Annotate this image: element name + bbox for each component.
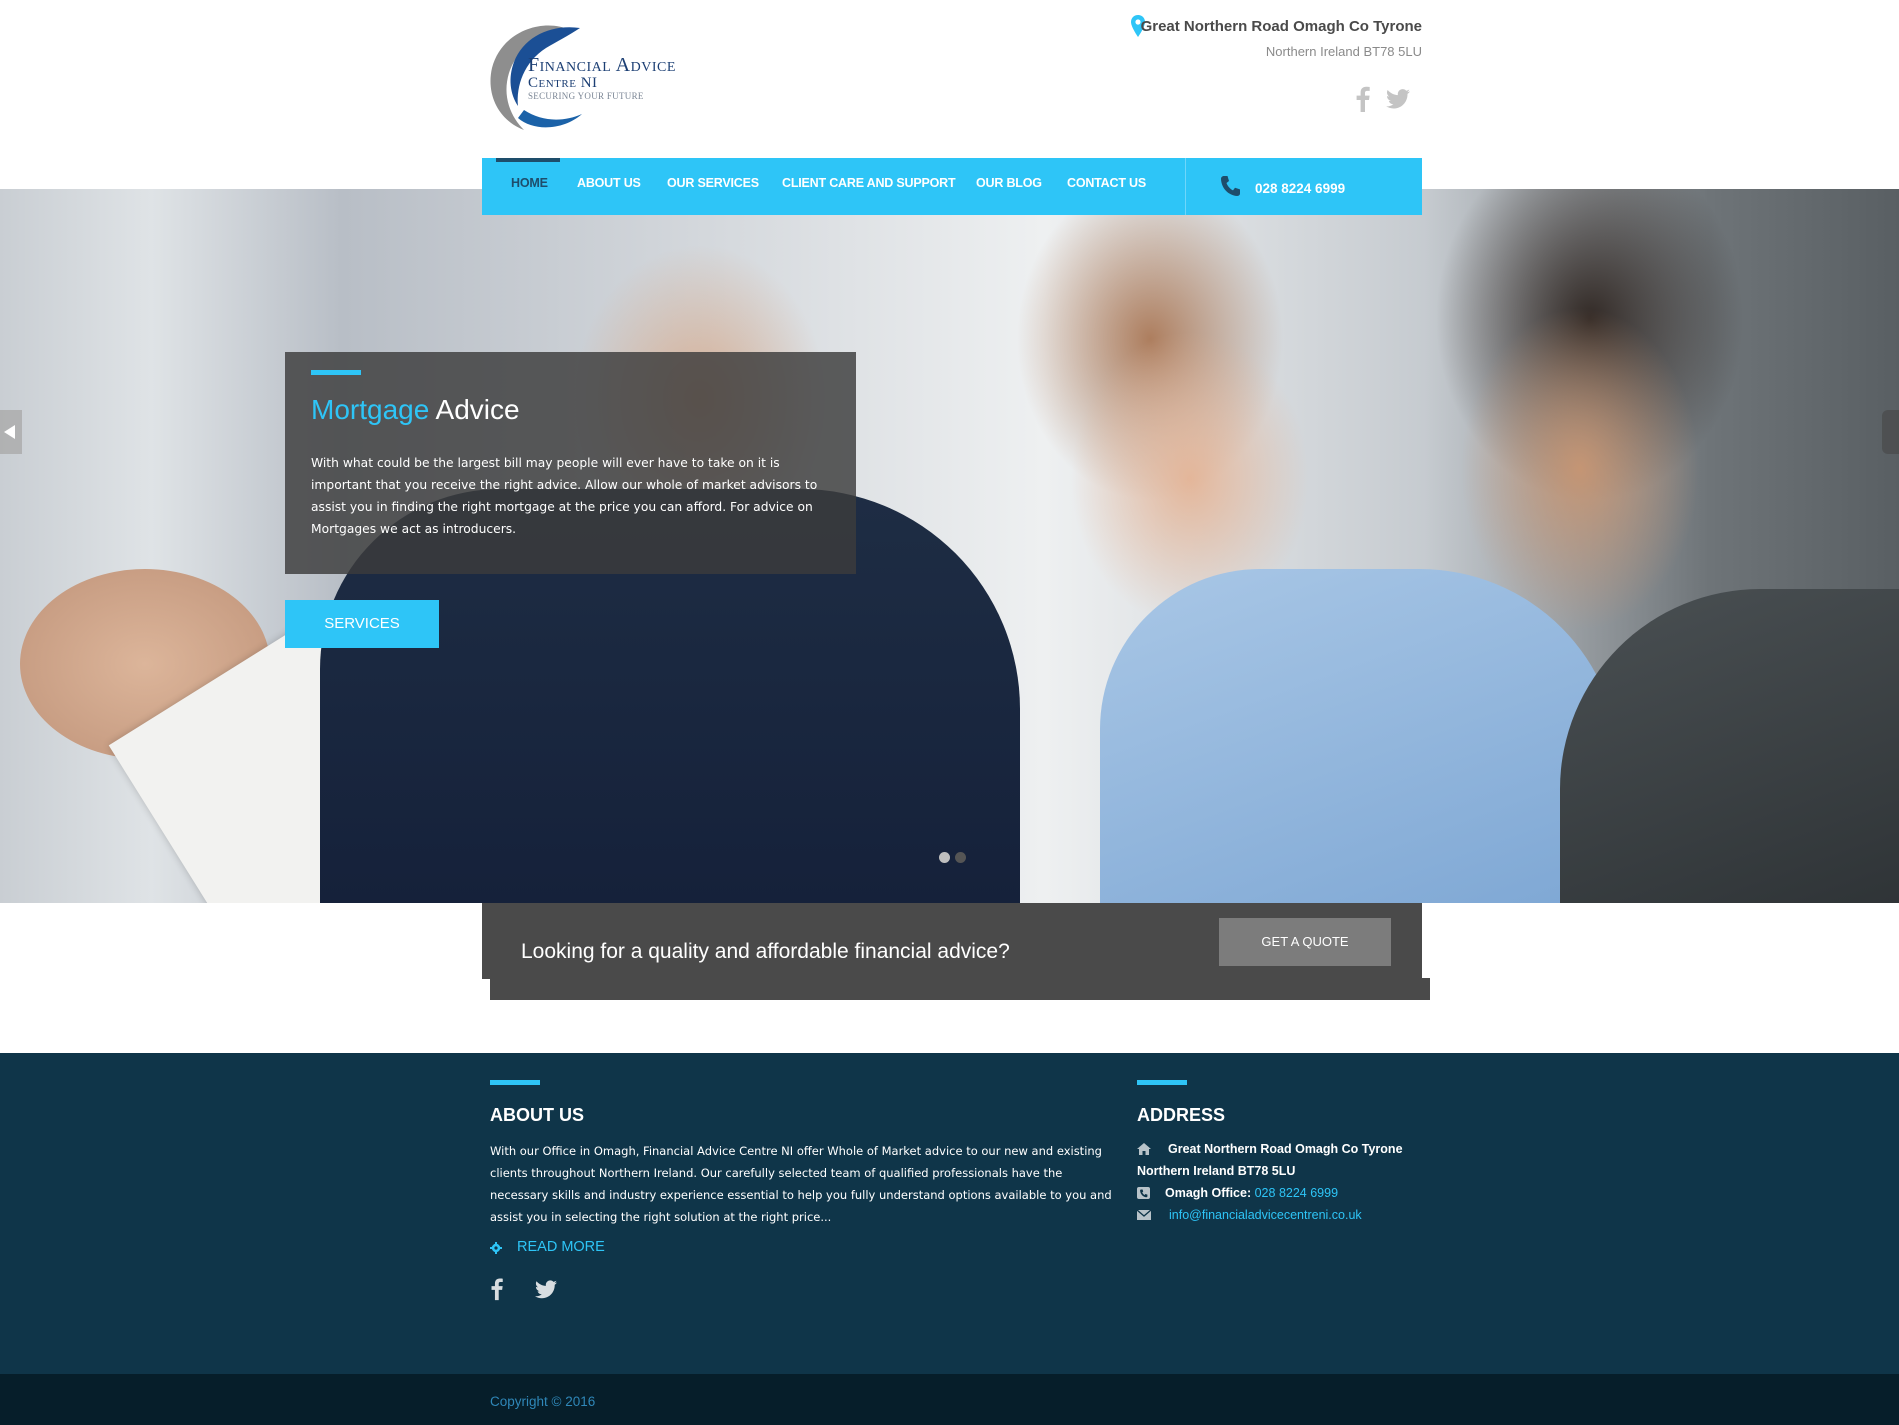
nav-item-contact-us[interactable]: CONTACT US — [1067, 158, 1146, 215]
home-icon — [1137, 1143, 1151, 1155]
footer-about-heading: ABOUT US — [490, 1105, 584, 1125]
slider-next-arrow[interactable] — [1882, 410, 1899, 454]
quote-band-shadow — [490, 978, 1430, 1000]
nav-divider — [1185, 158, 1186, 215]
header-address-line1: Great Northern Road Omagh Co Tyrone — [1140, 18, 1422, 35]
slide-title-rest: Advice — [435, 394, 520, 425]
read-more-link[interactable]: READ MORE — [517, 1239, 605, 1255]
logo-line1: Financial Advice — [528, 54, 676, 76]
hero-slider: Mortgage Advice With what could be the l… — [0, 189, 1899, 903]
nav-item-home[interactable]: HOME — [511, 158, 548, 215]
nav-item-about-us[interactable]: ABOUT US — [577, 158, 641, 215]
slide-title-highlight: Mortgage — [311, 394, 430, 425]
hero-photo-dark-shirt — [1560, 589, 1899, 903]
nav-item-our-services[interactable]: OUR SERVICES — [667, 158, 759, 215]
logo-line2: Centre NI — [528, 75, 598, 91]
phone-icon — [1221, 176, 1240, 196]
get-a-quote-button[interactable]: GET A QUOTE — [1219, 918, 1391, 966]
slider-dot-1[interactable] — [939, 852, 950, 863]
footer-email-link[interactable]: info@financialadvicecentreni.co.uk — [1169, 1208, 1362, 1222]
footer-address-line2: Northern Ireland BT78 5LU — [1137, 1164, 1296, 1178]
slider-prev-arrow[interactable] — [0, 410, 22, 454]
about-accent-bar — [490, 1080, 540, 1085]
logo-tagline: Securing your future — [528, 91, 644, 101]
quote-text: Looking for a quality and affordable fin… — [521, 940, 1010, 963]
copyright-bar: Copyright © 2016 — [0, 1374, 1899, 1425]
nav-phone-number[interactable]: 028 8224 6999 — [1255, 158, 1345, 215]
site-logo[interactable]: Financial Advice Centre NI Securing your… — [482, 18, 704, 138]
slide-text: With what could be the largest bill may … — [311, 456, 818, 536]
services-button[interactable]: SERVICES — [285, 600, 439, 648]
footer-office-label: Omagh Office: — [1165, 1186, 1252, 1200]
phone-square-icon — [1137, 1187, 1150, 1199]
gear-icon — [490, 1242, 502, 1254]
slide-title: Mortgage Advice — [311, 394, 520, 426]
slide-accent-bar — [311, 370, 361, 375]
footer-facebook-icon[interactable] — [491, 1277, 503, 1301]
hero-photo-shirt — [1100, 569, 1620, 903]
footer-address-line1: Great Northern Road Omagh Co Tyrone — [1168, 1142, 1403, 1156]
facebook-icon[interactable] — [1356, 86, 1370, 112]
envelope-icon — [1137, 1209, 1151, 1220]
nav-item-our-blog[interactable]: OUR BLOG — [976, 158, 1042, 215]
main-nav: HOME ABOUT US OUR SERVICES CLIENT CARE A… — [482, 158, 1422, 215]
nav-item-client-care[interactable]: CLIENT CARE AND SUPPORT — [782, 158, 956, 215]
twitter-icon[interactable] — [1386, 89, 1410, 109]
footer-office-phone[interactable]: 028 8224 6999 — [1255, 1186, 1338, 1200]
site-footer: ABOUT US With our Office in Omagh, Finan… — [0, 1053, 1899, 1374]
footer-about-text: With our Office in Omagh, Financial Advi… — [490, 1144, 1112, 1224]
address-accent-bar — [1137, 1080, 1187, 1085]
copyright-text: Copyright © 2016 — [490, 1394, 596, 1409]
footer-email-row: info@financialadvicecentreni.co.uk — [1169, 1208, 1362, 1222]
quote-band: Looking for a quality and affordable fin… — [482, 903, 1422, 979]
footer-office-row: Omagh Office: 028 8224 6999 — [1165, 1186, 1338, 1200]
slider-dot-2[interactable] — [955, 852, 966, 863]
arrow-left-icon — [4, 425, 15, 439]
header-address-line2: Northern Ireland BT78 5LU — [1265, 44, 1422, 59]
footer-twitter-icon[interactable] — [535, 1280, 557, 1299]
footer-address-heading: ADDRESS — [1137, 1105, 1226, 1125]
slide-caption: Mortgage Advice With what could be the l… — [285, 352, 856, 574]
